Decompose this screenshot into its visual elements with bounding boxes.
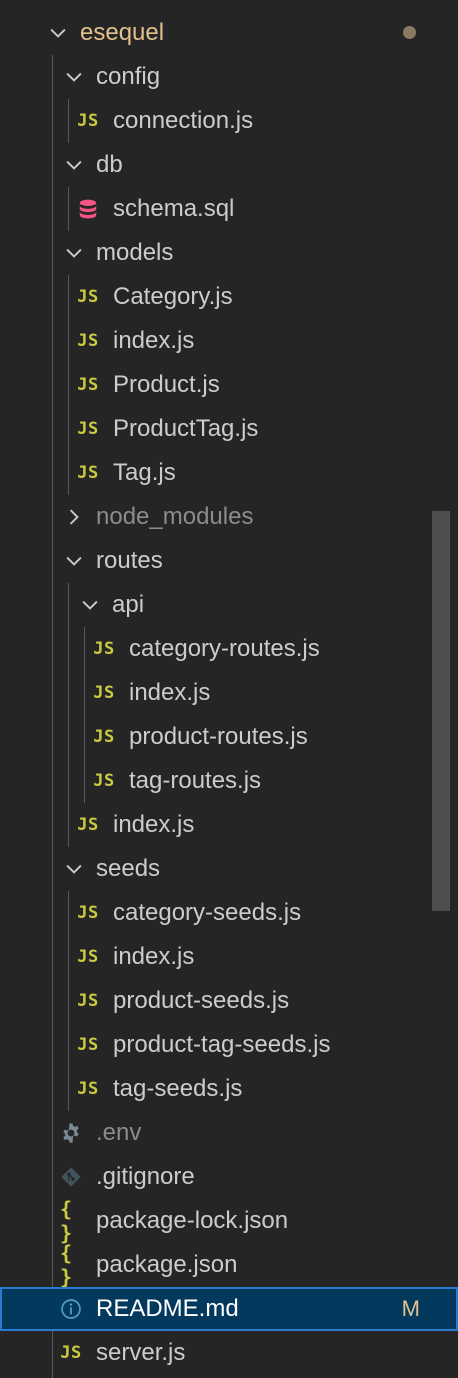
file-label: index.js xyxy=(113,811,195,838)
modified-badge: M xyxy=(401,1296,420,1321)
file-schema-sql[interactable]: schema.sql xyxy=(0,187,458,231)
js-file-icon: JS xyxy=(77,287,99,307)
chevron-down-icon xyxy=(62,153,86,177)
js-file-icon: JS xyxy=(93,683,115,703)
file-category-routes-js[interactable]: JS category-routes.js xyxy=(0,627,458,671)
chevron-right-icon xyxy=(62,505,86,529)
file-tag-js[interactable]: JS Tag.js xyxy=(0,451,458,495)
file-models-index-js[interactable]: JS index.js xyxy=(0,319,458,363)
chevron-down-icon xyxy=(62,241,86,265)
file-label: Tag.js xyxy=(113,459,176,486)
chevron-down-icon xyxy=(46,21,70,45)
file-tag-seeds-js[interactable]: JS tag-seeds.js xyxy=(0,1067,458,1111)
js-file-icon: JS xyxy=(77,375,99,395)
gear-icon xyxy=(60,1122,82,1144)
folder-routes[interactable]: routes xyxy=(0,539,458,583)
file-package-lock-json[interactable]: { } package-lock.json xyxy=(0,1197,458,1245)
file-readme-md[interactable]: README.md M xyxy=(0,1287,458,1331)
folder-label: api xyxy=(112,591,145,618)
modified-dot xyxy=(403,26,416,39)
file-label: ProductTag.js xyxy=(113,415,259,442)
folder-db[interactable]: db xyxy=(0,143,458,187)
js-file-icon: JS xyxy=(77,1035,99,1055)
file-label: category-routes.js xyxy=(129,635,320,662)
file-category-seeds-js[interactable]: JS category-seeds.js xyxy=(0,891,458,935)
file-label: tag-seeds.js xyxy=(113,1075,243,1102)
js-file-icon: JS xyxy=(77,903,99,923)
folder-label: esequel xyxy=(80,19,165,46)
chevron-down-icon xyxy=(62,857,86,881)
file-seeds-index-js[interactable]: JS index.js xyxy=(0,935,458,979)
folder-esequel[interactable]: esequel xyxy=(0,11,458,55)
json-file-icon: { } xyxy=(60,1241,73,1289)
file-tag-routes-js[interactable]: JS tag-routes.js xyxy=(0,759,458,803)
js-file-icon: JS xyxy=(93,771,115,791)
js-file-icon: JS xyxy=(77,419,99,439)
folder-api[interactable]: api xyxy=(0,583,458,627)
file-package-json[interactable]: { } package.json xyxy=(0,1241,458,1289)
folder-label: config xyxy=(96,63,161,90)
file-connection-js[interactable]: JS connection.js xyxy=(0,99,458,143)
file-label: .env xyxy=(96,1119,142,1146)
js-file-icon: JS xyxy=(93,727,115,747)
folder-label: seeds xyxy=(96,855,161,882)
folder-node-modules[interactable]: node_modules xyxy=(0,495,458,539)
file-label: index.js xyxy=(113,943,195,970)
file-product-routes-js[interactable]: JS product-routes.js xyxy=(0,715,458,759)
chevron-down-icon xyxy=(62,65,86,89)
js-file-icon: JS xyxy=(77,463,99,483)
file-gitignore[interactable]: .gitignore xyxy=(0,1155,458,1199)
file-label: product-routes.js xyxy=(129,723,308,750)
file-label: connection.js xyxy=(113,107,254,134)
file-server-js[interactable]: JS server.js xyxy=(0,1331,458,1375)
file-label: package-lock.json xyxy=(96,1207,289,1234)
vertical-scrollbar-thumb[interactable] xyxy=(432,511,450,911)
chevron-down-icon xyxy=(78,593,102,617)
file-label: server.js xyxy=(96,1339,186,1366)
file-label: README.md xyxy=(96,1295,239,1322)
json-file-icon: { } xyxy=(60,1197,73,1245)
file-label: index.js xyxy=(113,327,195,354)
database-icon xyxy=(77,198,99,220)
file-producttag-js[interactable]: JS ProductTag.js xyxy=(0,407,458,451)
file-category-js[interactable]: JS Category.js xyxy=(0,275,458,319)
file-product-js[interactable]: JS Product.js xyxy=(0,363,458,407)
file-label: Product.js xyxy=(113,371,220,398)
folder-models[interactable]: models xyxy=(0,231,458,275)
file-label: product-tag-seeds.js xyxy=(113,1031,331,1058)
chevron-down-icon xyxy=(62,549,86,573)
js-file-icon: JS xyxy=(77,991,99,1011)
folder-label: models xyxy=(96,239,174,266)
file-label: index.js xyxy=(129,679,211,706)
file-label: .gitignore xyxy=(96,1163,195,1190)
file-label: product-seeds.js xyxy=(113,987,290,1014)
info-icon xyxy=(60,1298,82,1320)
folder-label: routes xyxy=(96,547,163,574)
file-label: category-seeds.js xyxy=(113,899,302,926)
file-env[interactable]: .env xyxy=(0,1111,458,1155)
js-file-icon: JS xyxy=(77,331,99,351)
js-file-icon: JS xyxy=(77,947,99,967)
file-product-tag-seeds-js[interactable]: JS product-tag-seeds.js xyxy=(0,1023,458,1067)
folder-label: db xyxy=(96,151,123,178)
file-label: tag-routes.js xyxy=(129,767,262,794)
js-file-icon: JS xyxy=(77,815,99,835)
js-file-icon: JS xyxy=(77,1079,99,1099)
file-explorer: esequel config JS connection.js db schem… xyxy=(0,0,458,1378)
file-product-seeds-js[interactable]: JS product-seeds.js xyxy=(0,979,458,1023)
folder-seeds[interactable]: seeds xyxy=(0,847,458,891)
folder-label: node_modules xyxy=(96,503,254,530)
file-label: Category.js xyxy=(113,283,233,310)
folder-config[interactable]: config xyxy=(0,55,458,99)
file-routes-index-js[interactable]: JS index.js xyxy=(0,803,458,847)
js-file-icon: JS xyxy=(77,111,99,131)
js-file-icon: JS xyxy=(60,1343,82,1363)
file-label: package.json xyxy=(96,1251,238,1278)
git-icon xyxy=(60,1166,82,1188)
js-file-icon: JS xyxy=(93,639,115,659)
file-api-index-js[interactable]: JS index.js xyxy=(0,671,458,715)
file-label: schema.sql xyxy=(113,195,235,222)
